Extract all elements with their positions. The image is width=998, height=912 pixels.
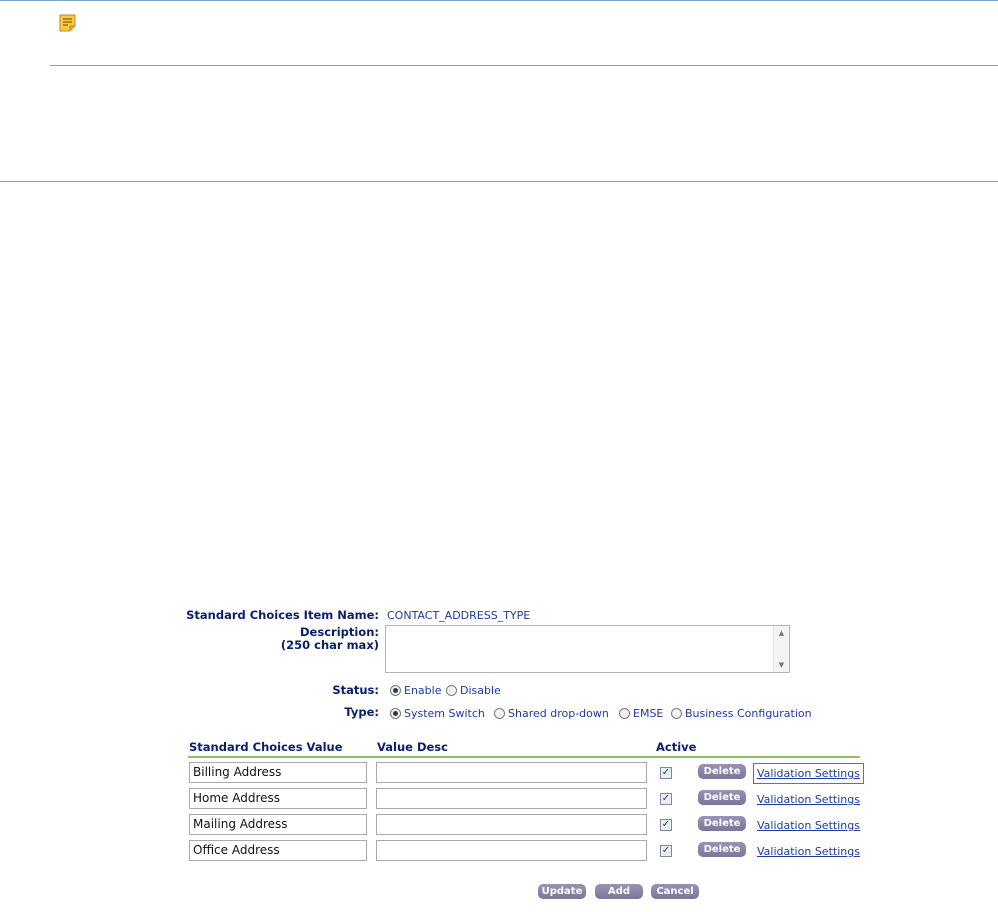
column-header-value: Standard Choices Value	[189, 740, 343, 754]
type-business-config-option[interactable]: Business Configuration	[671, 707, 812, 720]
scroll-down-icon[interactable]: ▼	[774, 661, 789, 669]
delete-button[interactable]: Delete	[698, 842, 746, 857]
status-label: Status:	[332, 683, 379, 697]
value-desc-input[interactable]	[376, 762, 647, 783]
add-button[interactable]: Add	[595, 884, 643, 899]
type-emse-option[interactable]: EMSE	[619, 707, 663, 720]
section-divider	[0, 181, 998, 182]
status-enable-label: Enable	[404, 684, 442, 697]
choice-value-input[interactable]: Mailing Address	[189, 814, 367, 835]
type-emse-label: EMSE	[633, 707, 664, 720]
type-system-switch-radio[interactable]	[390, 708, 401, 719]
status-enable-radio[interactable]	[390, 685, 401, 696]
type-shared-dropdown-option[interactable]: Shared drop-down	[494, 707, 609, 720]
type-business-config-label: Business Configuration	[685, 707, 812, 720]
choice-value-input[interactable]: Office Address	[189, 840, 367, 861]
type-label: Type:	[344, 705, 379, 719]
active-checkbox[interactable]: ✓	[660, 819, 672, 831]
item-name-label: Standard Choices Item Name:	[186, 608, 379, 622]
update-button[interactable]: Update	[538, 884, 586, 899]
table-row: Billing Address ✓ Delete Validation Sett…	[0, 762, 998, 786]
table-row: Home Address ✓ Delete Validation Setting…	[0, 788, 998, 812]
validation-settings-link[interactable]: Validation Settings	[757, 845, 860, 858]
choice-value-input[interactable]: Home Address	[189, 788, 367, 809]
type-business-config-radio[interactable]	[671, 708, 682, 719]
table-row: Mailing Address ✓ Delete Validation Sett…	[0, 814, 998, 838]
active-checkbox[interactable]: ✓	[660, 845, 672, 857]
delete-button[interactable]: Delete	[698, 790, 746, 805]
active-checkbox[interactable]: ✓	[660, 767, 672, 779]
type-system-switch-label: System Switch	[404, 707, 485, 720]
table-row: Office Address ✓ Delete Validation Setti…	[0, 840, 998, 864]
column-header-desc: Value Desc	[377, 740, 448, 754]
status-disable-radio[interactable]	[446, 685, 457, 696]
note-icon	[59, 14, 76, 32]
delete-button[interactable]: Delete	[698, 816, 746, 831]
validation-settings-link[interactable]: Validation Settings	[757, 819, 860, 832]
validation-settings-link[interactable]: Validation Settings	[757, 793, 860, 806]
choice-value-input[interactable]: Billing Address	[189, 762, 367, 783]
value-desc-input[interactable]	[376, 788, 647, 809]
description-hint: (250 char max)	[280, 638, 379, 652]
type-shared-dropdown-radio[interactable]	[494, 708, 505, 719]
delete-button[interactable]: Delete	[698, 764, 746, 779]
type-shared-dropdown-label: Shared drop-down	[508, 707, 609, 720]
status-disable-option[interactable]: Disable	[446, 684, 501, 697]
type-system-switch-option[interactable]: System Switch	[390, 707, 485, 720]
description-scrollbar[interactable]: ▲ ▼	[773, 626, 789, 672]
note-divider	[50, 65, 998, 66]
cancel-button[interactable]: Cancel	[651, 884, 699, 899]
table-header-rule	[188, 756, 860, 758]
type-emse-radio[interactable]	[619, 708, 630, 719]
status-enable-option[interactable]: Enable	[390, 684, 441, 697]
top-rule	[0, 0, 998, 1]
status-disable-label: Disable	[460, 684, 501, 697]
column-header-active: Active	[656, 740, 697, 754]
item-name-value: CONTACT_ADDRESS_TYPE	[387, 609, 531, 622]
value-desc-input[interactable]	[376, 814, 647, 835]
validation-settings-link[interactable]: Validation Settings	[753, 763, 864, 784]
description-textarea[interactable]: ▲ ▼	[385, 625, 790, 673]
active-checkbox[interactable]: ✓	[660, 793, 672, 805]
value-desc-input[interactable]	[376, 840, 647, 861]
scroll-up-icon[interactable]: ▲	[774, 629, 789, 637]
